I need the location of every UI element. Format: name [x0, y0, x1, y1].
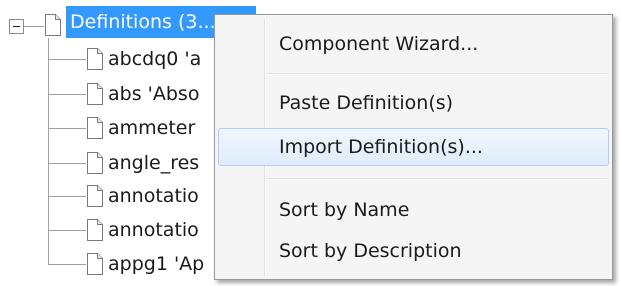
menu-item-label: Paste Definition(s)	[279, 92, 454, 114]
menu-item-label: Sort by Name	[279, 199, 410, 221]
menu-item-label: Component Wizard...	[279, 33, 479, 55]
menu-separator	[267, 73, 607, 75]
document-icon	[87, 253, 103, 275]
tree-node-label[interactable]: abcdq0 'a	[108, 45, 201, 73]
tree-node-label[interactable]: annotatio	[108, 182, 199, 210]
document-icon	[87, 83, 103, 105]
menu-item-sort-by-name[interactable]: Sort by Name	[218, 191, 609, 229]
context-menu: Component Wizard... Paste Definition(s) …	[214, 14, 613, 280]
tree-node-label[interactable]: appg1 'Ap	[108, 250, 204, 278]
menu-item-import-definitions[interactable]: Import Definition(s)...	[218, 128, 609, 166]
document-icon	[87, 219, 103, 241]
menu-item-paste-definitions[interactable]: Paste Definition(s)	[218, 84, 609, 122]
document-icon	[87, 117, 103, 139]
document-icon	[87, 152, 103, 174]
menu-item-label: Sort by Description	[279, 240, 462, 262]
menu-item-component-wizard[interactable]: Component Wizard...	[218, 25, 609, 63]
tree-node-label[interactable]: abs 'Abso	[108, 80, 199, 108]
document-icon	[87, 48, 103, 70]
document-icon	[87, 185, 103, 207]
collapse-toggle-icon[interactable]	[9, 19, 24, 34]
tree-node-label[interactable]: annotatio	[108, 216, 199, 244]
tree-node-label[interactable]: ammeter	[108, 114, 195, 142]
menu-item-sort-by-description[interactable]: Sort by Description	[218, 232, 609, 270]
root-document-icon	[45, 14, 61, 36]
tree-node-label[interactable]: angle_res	[108, 149, 199, 177]
menu-item-label: Import Definition(s)...	[279, 136, 483, 158]
menu-separator	[267, 178, 607, 180]
